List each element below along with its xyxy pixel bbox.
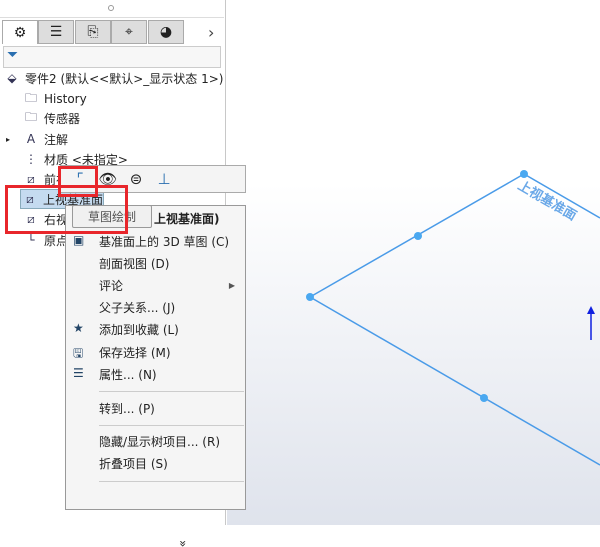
graphics-area[interactable]: 上视基准面 [227,0,600,525]
menu-item-parent-child[interactable]: 父子关系... (J) [66,297,245,317]
menu-item-comment[interactable]: 评论 ▶ [66,275,245,295]
submenu-arrow-icon: ▶ [228,280,235,290]
tabs-more-button[interactable]: › [208,23,214,42]
menu-label: 基准面上的 3D 草图 (C) [99,234,230,249]
menu-label: 评论 [99,278,124,293]
panel-grip[interactable] [0,0,224,18]
menu-item-hide-show-tree[interactable]: 隐藏/显示树项目... (R) [66,431,245,451]
menu-label: 转到... (P) [99,401,155,416]
annotation-icon: A [26,132,36,146]
origin-icon: └ [27,233,35,247]
plane-handle[interactable] [520,170,528,178]
3d-sketch-icon: ▣ [73,233,85,247]
menu-separator [99,425,244,426]
menu-item-collapse[interactable]: 折叠项目 (S) [66,453,245,473]
save-selection-icon: 🖫 [73,346,84,360]
part-icon: ⬙ [7,71,17,85]
tree-filter[interactable]: ⏷ [3,46,221,68]
display-manager-tab[interactable]: ◕ [148,20,184,44]
menu-item-save-selection[interactable]: 🖫 保存选择 (M) [66,342,245,362]
highlight-box-plane [5,185,128,234]
tree-item-annotations[interactable]: ▸ A 注解 [6,129,68,149]
menu-item-3d-sketch[interactable]: ▣ 基准面上的 3D 草图 (C) [66,231,245,251]
tree-label: History [44,92,87,106]
menu-label: 父子关系... (J) [99,300,176,315]
plane-drawing: 上视基准面 [306,170,600,466]
sensor-folder-icon: 🗀 [24,109,37,124]
plane-handle[interactable] [480,394,488,402]
expand-arrow-icon[interactable]: ▸ [6,135,22,144]
dimxpert-tab[interactable]: ⌖ [111,20,147,44]
menu-expand-button[interactable]: » [173,456,193,547]
favorite-folder-icon: ★ [73,321,84,335]
plane-handle[interactable] [306,293,314,301]
menu-label: 属性... (N) [99,367,157,382]
manager-tabs: ⚙ ☰ ⎘ ⌖ ◕ › [0,20,224,44]
tree-label: 传感器 [44,111,81,126]
filter-icon: ⏷ [7,47,19,63]
menu-label: 折叠项目 (S) [99,456,168,471]
menu-label: 添加到收藏 (L) [99,322,179,337]
normal-to-icon[interactable]: ⊥ [153,170,175,188]
feature-manager-tab[interactable]: ⚙ [2,20,38,44]
menu-item-section-view[interactable]: 剖面视图 (D) [66,253,245,273]
menu-separator [99,481,244,482]
menu-item-add-favorite[interactable]: ★ 添加到收藏 (L) [66,319,245,339]
context-menu: 上视基准面) ▣ 基准面上的 3D 草图 (C) 剖面视图 (D) 评论 ▶ 父子关… [65,205,246,547]
history-folder-icon: 🗀 [24,90,37,105]
property-manager-tab[interactable]: ☰ [38,20,74,44]
tree-item-history[interactable]: 🗀 History [22,89,87,109]
menu-label: 隐藏/显示树项目... (R) [99,434,221,449]
tree-item-sensors[interactable]: 🗀 传感器 [22,108,80,128]
menu-item-properties[interactable]: ☰ 属性... (N) [66,364,245,384]
material-icon: ⋮ [25,152,37,166]
plane-handle[interactable] [414,232,422,240]
menu-separator [99,391,244,392]
properties-icon: ☰ [73,366,84,380]
zoom-to-selection-icon[interactable]: ⊜ [125,170,147,188]
menu-item-goto[interactable]: 转到... (P) [66,398,245,418]
menu-label: 剖面视图 (D) [99,256,170,271]
tree-root[interactable]: ⬙ 零件2 (默认<<默认>_显示状态 1>) [3,68,223,88]
tree-label: 零件2 (默认<<默认>_显示状态 1>) [25,71,224,86]
configuration-manager-tab[interactable]: ⎘ [75,20,111,44]
menu-label: 保存选择 (M) [99,345,171,360]
tree-label: 注解 [44,132,69,147]
